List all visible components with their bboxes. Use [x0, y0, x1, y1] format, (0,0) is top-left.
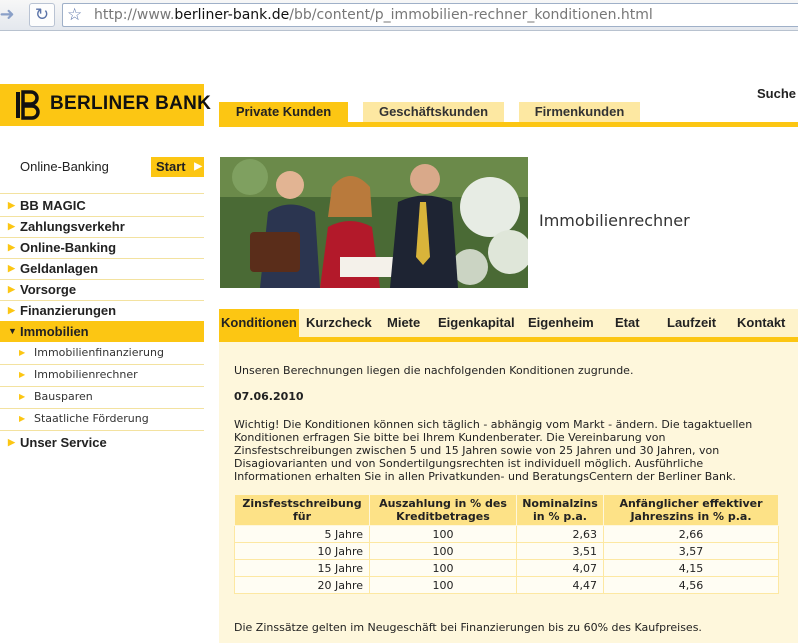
sidebar-item-finanzierungen[interactable]: ▶ Finanzierungen: [0, 300, 204, 321]
calculator-tab-bar: Konditionen Kurzcheck Miete Eigenkapital…: [219, 309, 798, 337]
cell-effective-rate: 3,57: [603, 542, 779, 560]
hero-photo-illustration: [220, 157, 528, 288]
table-row: 15 Jahre 100 4,07 4,15: [234, 559, 779, 577]
tab-miete[interactable]: Miete: [387, 309, 420, 337]
cell-payout: 100: [369, 559, 517, 577]
bookmark-star-icon[interactable]: ☆: [67, 4, 82, 26]
sidebar-item-immobilien[interactable]: ▼ Immobilien: [0, 321, 204, 342]
bank-logo-mark-icon: [16, 90, 40, 120]
sidebar-sub-immobilienrechner[interactable]: ▶ Immobilienrechner: [0, 364, 204, 386]
cell-payout: 100: [369, 576, 517, 594]
sidebar-item-zahlungsverkehr[interactable]: ▶ Zahlungsverkehr: [0, 216, 204, 237]
reload-icon[interactable]: ↻: [29, 3, 55, 27]
triangle-right-icon: ▶: [8, 263, 15, 273]
url-text: http://www.berliner-bank.de/bb/content/p…: [94, 7, 653, 23]
berliner-bank-logo[interactable]: BERLINER BANK: [0, 84, 211, 126]
search-link[interactable]: Suche: [757, 86, 796, 101]
triangle-right-icon: ▶: [8, 221, 15, 231]
table-row: 10 Jahre 100 3,51 3,57: [234, 542, 779, 560]
hero-photo-consultation: [220, 157, 528, 288]
page-title: Immobilienrechner: [539, 211, 690, 230]
cell-effective-rate: 4,15: [603, 559, 779, 577]
triangle-right-icon: ▶: [8, 242, 15, 252]
browser-toolbar: ➜ ↻ ☆ http://www.berliner-bank.de/bb/con…: [0, 0, 798, 31]
triangle-right-icon: ▶: [19, 370, 26, 379]
sidebar-item-vorsorge[interactable]: ▶ Vorsorge: [0, 279, 204, 300]
header-effektiver-jahreszins: Anfänglicher effektiver Jahreszins in % …: [603, 494, 779, 526]
info-paragraph: Wichtig! Die Konditionen können sich täg…: [234, 418, 753, 483]
back-arrow-icon[interactable]: ➜: [0, 4, 18, 26]
sidebar-sub-staatliche-foerderung[interactable]: ▶ Staatliche Förderung: [0, 408, 204, 430]
tab-laufzeit[interactable]: Laufzeit: [667, 309, 716, 337]
nav-divider: [0, 430, 204, 431]
table-row: 20 Jahre 100 4,47 4,56: [234, 576, 779, 594]
cell-term: 5 Jahre: [234, 525, 370, 543]
sidebar-item-online-banking[interactable]: ▶ Online-Banking: [0, 237, 204, 258]
cell-payout: 100: [369, 542, 517, 560]
cell-nominal-rate: 2,63: [516, 525, 604, 543]
triangle-down-icon: ▼: [8, 326, 17, 336]
table-row: 5 Jahre 100 2,63 2,66: [234, 525, 779, 543]
header-auszahlung: Auszahlung in % des Kreditbetrages: [369, 494, 517, 526]
table-header-row: Zinsfestschreibung für Auszahlung in % d…: [234, 494, 779, 526]
cell-effective-rate: 4,56: [603, 576, 779, 594]
footnote-text: Die Zinssätze gelten im Neugeschäft bei …: [234, 621, 702, 634]
intro-text: Unseren Berechnungen liegen die nachfolg…: [234, 364, 634, 377]
triangle-right-icon: ▶: [19, 392, 26, 401]
sidebar-sub-bausparen[interactable]: ▶ Bausparen: [0, 386, 204, 408]
header-nominalzins: Nominalzins in % p.a.: [516, 494, 604, 526]
brand-name: BERLINER BANK: [50, 93, 212, 114]
content-panel: [219, 342, 798, 643]
start-button-label: Start: [156, 159, 186, 174]
cell-payout: 100: [369, 525, 517, 543]
nav-divider: [0, 193, 204, 194]
tab-private-kunden[interactable]: Private Kunden: [219, 102, 348, 122]
address-bar[interactable]: ☆ http://www.berliner-bank.de/bb/content…: [62, 3, 798, 27]
tab-firmenkunden[interactable]: Firmenkunden: [519, 102, 640, 122]
header-zinsfestschreibung: Zinsfestschreibung für: [234, 494, 370, 526]
tab-geschaeftskunden[interactable]: Geschäftskunden: [363, 102, 504, 122]
rates-table: Zinsfestschreibung für Auszahlung in % d…: [234, 494, 779, 594]
tab-konditionen[interactable]: Konditionen: [219, 309, 299, 337]
triangle-right-icon: ▶: [8, 305, 15, 315]
cell-term: 10 Jahre: [234, 542, 370, 560]
online-banking-label: Online-Banking: [20, 159, 109, 174]
triangle-right-icon: ▶: [8, 437, 15, 447]
tab-eigenkapital[interactable]: Eigenkapital: [438, 309, 515, 337]
cell-nominal-rate: 3,51: [516, 542, 604, 560]
triangle-right-icon: ▶: [8, 200, 15, 210]
sidebar-item-bb-magic[interactable]: ▶ BB MAGIC: [0, 195, 204, 216]
cell-nominal-rate: 4,47: [516, 576, 604, 594]
triangle-right-icon: ▶: [19, 414, 26, 423]
tab-kurzcheck[interactable]: Kurzcheck: [306, 309, 372, 337]
cell-term: 15 Jahre: [234, 559, 370, 577]
conditions-date: 07.06.2010: [234, 390, 304, 403]
cell-term: 20 Jahre: [234, 576, 370, 594]
sidebar-item-geldanlagen[interactable]: ▶ Geldanlagen: [0, 258, 204, 279]
triangle-right-icon: ▶: [8, 284, 15, 294]
tab-etat[interactable]: Etat: [615, 309, 640, 337]
tab-eigenheim[interactable]: Eigenheim: [528, 309, 594, 337]
sidebar-sub-immobilienfinanzierung[interactable]: ▶ Immobilienfinanzierung: [0, 342, 204, 364]
cell-effective-rate: 2,66: [603, 525, 779, 543]
cell-nominal-rate: 4,07: [516, 559, 604, 577]
chevron-right-icon: ▶: [194, 161, 202, 172]
top-tab-bar-underline: [219, 122, 798, 127]
online-banking-start-button[interactable]: Start ▶: [151, 157, 204, 177]
sidebar-item-unser-service[interactable]: ▶ Unser Service: [0, 432, 204, 453]
triangle-right-icon: ▶: [19, 348, 26, 357]
tab-kontakt[interactable]: Kontakt: [737, 309, 785, 337]
